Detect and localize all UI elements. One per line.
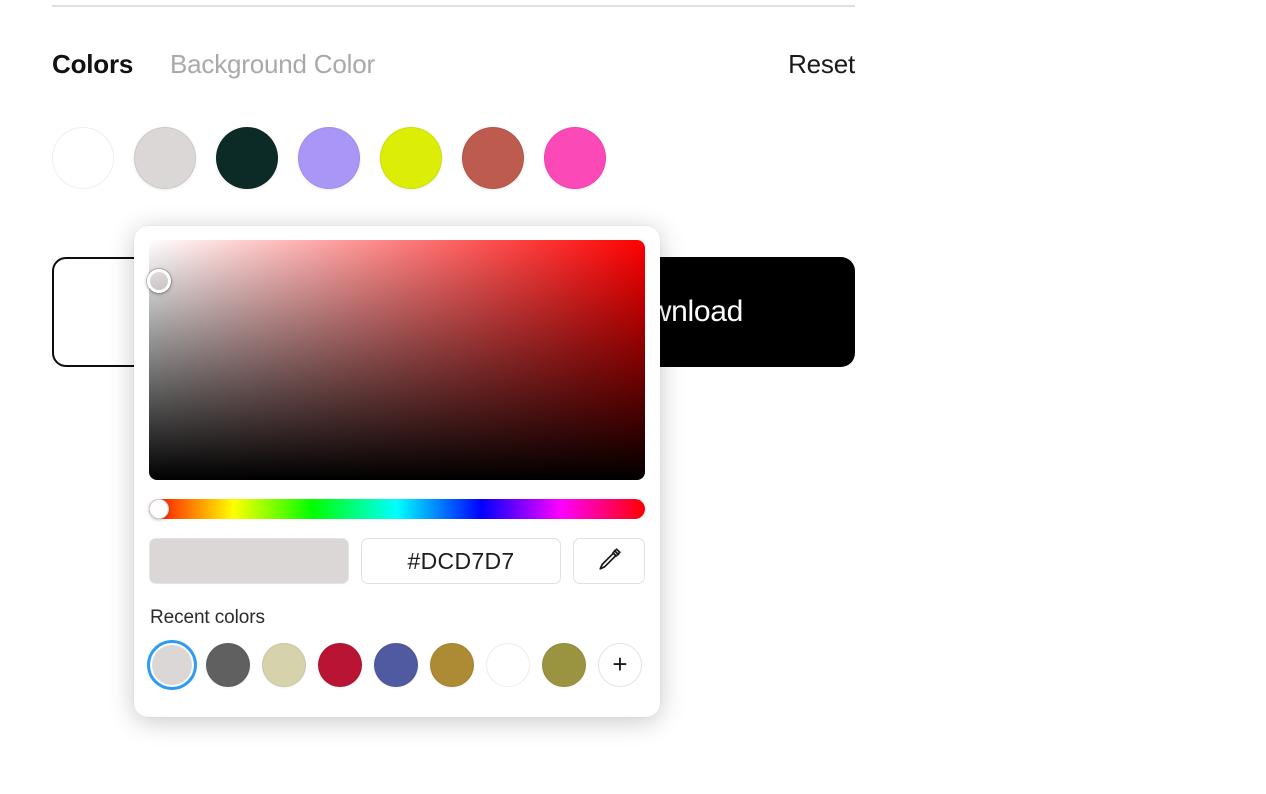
eyedropper-icon xyxy=(596,547,622,576)
recent-color-crimson[interactable] xyxy=(318,643,362,687)
page-title: Colors xyxy=(52,49,134,79)
section-divider xyxy=(52,5,855,7)
hue-slider-row xyxy=(149,499,645,519)
palette-swatch-chartreuse[interactable] xyxy=(380,127,442,189)
hue-slider-track[interactable] xyxy=(149,499,645,519)
recent-color-slate-blue[interactable] xyxy=(374,643,418,687)
recent-color-bronze-gold[interactable] xyxy=(430,643,474,687)
color-picker-popup: Recent colors + xyxy=(134,226,660,717)
palette-swatch-light-gray[interactable] xyxy=(134,127,196,189)
recent-color-light-gray[interactable] xyxy=(150,643,194,687)
palette-swatch-white[interactable] xyxy=(52,127,114,189)
palette-swatch-dark-green[interactable] xyxy=(216,127,278,189)
eyedropper-button[interactable] xyxy=(573,538,645,584)
recent-color-dark-gray[interactable] xyxy=(206,643,250,687)
palette-swatch-hot-pink[interactable] xyxy=(544,127,606,189)
palette-swatch-brick-rose[interactable] xyxy=(462,127,524,189)
hue-slider-handle[interactable] xyxy=(149,499,169,519)
recent-color-olive[interactable] xyxy=(542,643,586,687)
recent-colors-label: Recent colors xyxy=(150,607,265,628)
colors-section-header: Colors Background Color Reset xyxy=(52,44,855,84)
section-subtitle: Background Color xyxy=(170,49,375,79)
saturation-value-handle[interactable] xyxy=(146,268,171,293)
recent-color-khaki[interactable] xyxy=(262,643,306,687)
palette-swatch-row xyxy=(52,127,606,189)
color-settings-panel: Colors Background Color Reset Download #… xyxy=(0,0,1266,794)
color-input-row xyxy=(149,537,645,585)
recent-colors-row: + xyxy=(150,643,646,687)
palette-swatch-periwinkle[interactable] xyxy=(298,127,360,189)
color-preview-swatch xyxy=(149,538,349,584)
recent-color-white[interactable] xyxy=(486,643,530,687)
reset-button[interactable]: Reset xyxy=(788,44,855,84)
add-color-button[interactable]: + xyxy=(598,643,642,687)
hex-input[interactable] xyxy=(361,538,561,584)
saturation-value-area[interactable] xyxy=(146,240,645,480)
